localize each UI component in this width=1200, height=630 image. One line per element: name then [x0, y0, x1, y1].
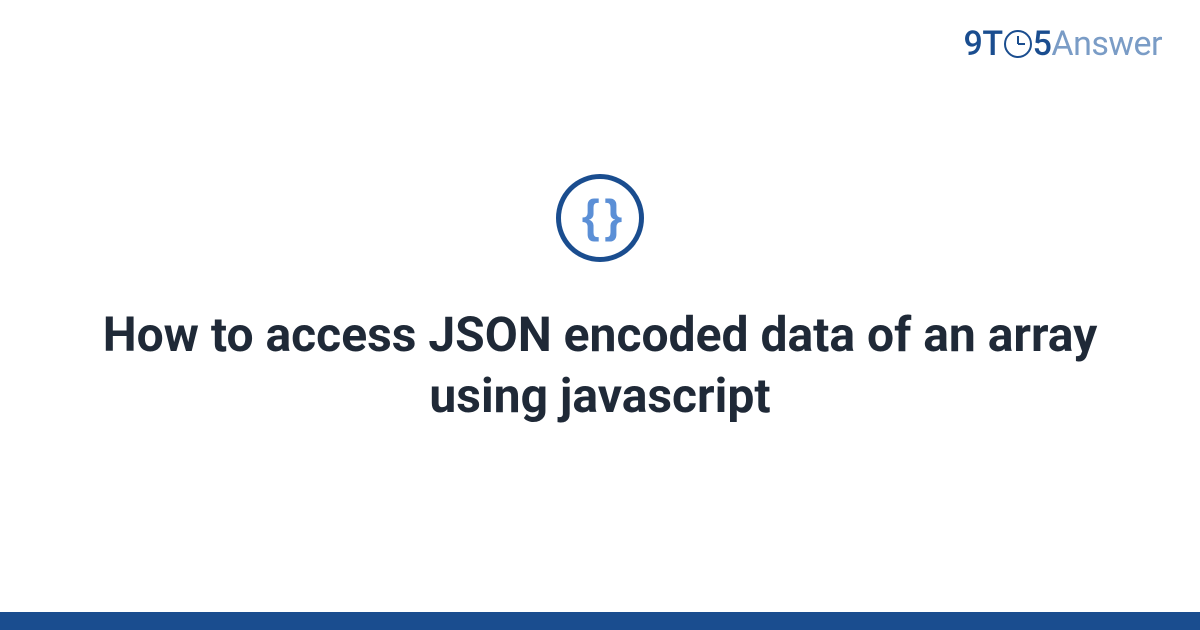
braces-glyph: { }: [582, 193, 619, 239]
json-braces-icon: { }: [556, 174, 644, 262]
page-title: How to access JSON encoded data of an ar…: [100, 304, 1100, 427]
footer-accent-bar: [0, 612, 1200, 630]
main-content: { } How to access JSON encoded data of a…: [0, 0, 1200, 630]
